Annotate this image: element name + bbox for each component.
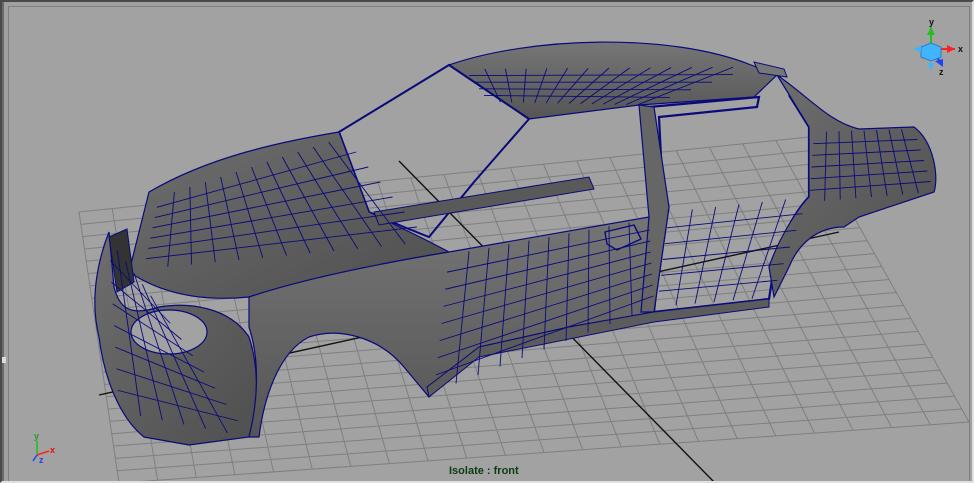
view-cube-z-arrow[interactable] [935, 59, 943, 67]
view-cube-y-arrow[interactable] [927, 27, 935, 35]
view-cube-box[interactable] [920, 42, 942, 62]
mesh-edge [662, 246, 791, 260]
mesh-edge [660, 263, 784, 276]
corner-axis-z-label: z [39, 455, 44, 465]
headlight-opening [130, 309, 208, 355]
viewport-canvas[interactable]: y x z y x z Isolate : front [8, 6, 971, 483]
view-cube-neg-y-arrow[interactable] [928, 63, 934, 71]
corner-axis-gizmo: y x z [32, 431, 55, 465]
isolate-status-label: Isolate : front [449, 465, 519, 477]
view-cube-z-label: z [939, 67, 944, 77]
view-cube[interactable]: y x z [913, 17, 963, 77]
scene-svg[interactable]: y x z y x z [9, 7, 971, 483]
viewport-left-edge [2, 2, 4, 481]
car-body-mesh[interactable] [94, 41, 937, 446]
3d-viewport[interactable]: y x z y x z Isolate : front [0, 0, 974, 483]
b-pillar[interactable] [638, 104, 670, 313]
view-cube-y-label: y [929, 17, 934, 27]
corner-axis-x-label: x [50, 445, 55, 455]
viewport-splitter-handle[interactable] [2, 357, 6, 363]
corner-axis-y-label: y [34, 431, 39, 441]
inner-crossbar [373, 176, 595, 226]
view-cube-x-arrow[interactable] [947, 45, 955, 53]
mesh-edge [664, 229, 797, 245]
view-cube-neg-x-arrow[interactable] [913, 46, 921, 52]
mesh-edge [658, 279, 778, 292]
rear-quarter-panel[interactable] [768, 74, 937, 299]
view-cube-x-label: x [958, 44, 963, 54]
